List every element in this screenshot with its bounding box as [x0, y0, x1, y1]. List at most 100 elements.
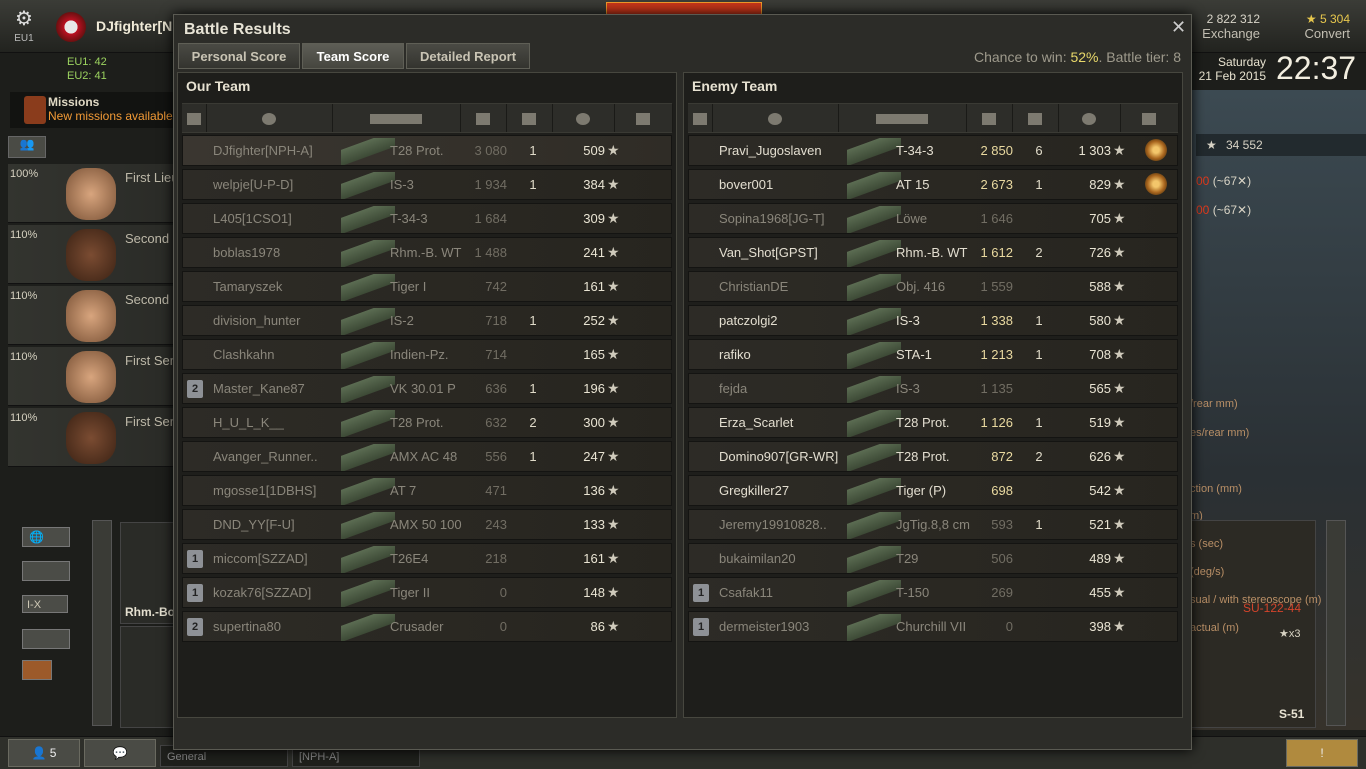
- table-row[interactable]: Erza_Scarlet T28 Prot. 1 126 1 519 ★: [688, 407, 1178, 438]
- player-name[interactable]: patczolgi2: [719, 313, 778, 328]
- table-row[interactable]: L405[1CSO1] T-34-3 1 684 309 ★: [182, 203, 672, 234]
- table-row[interactable]: DJfighter[NPH-A] T28 Prot. 3 080 1 509 ★: [182, 135, 672, 166]
- player-name[interactable]: ChristianDE: [719, 279, 788, 294]
- player-name[interactable]: L405[1CSO1]: [213, 211, 292, 226]
- tier-filter[interactable]: I-X: [22, 595, 68, 613]
- player-name[interactable]: boblas1978: [213, 245, 280, 260]
- player-name[interactable]: Erza_Scarlet: [719, 415, 793, 430]
- damage-column-header[interactable]: [966, 104, 1013, 132]
- settings-button[interactable]: ⚙ EU1: [8, 6, 40, 44]
- player-name[interactable]: Master_Kane87: [213, 381, 305, 396]
- tab-detailed-report[interactable]: Detailed Report: [406, 43, 530, 69]
- crew-member[interactable]: 110% First Sergeant: [8, 408, 175, 467]
- table-row[interactable]: Domino907[GR-WR] T28 Prot. 872 2 626 ★: [688, 441, 1178, 472]
- player-name[interactable]: bover001: [719, 177, 773, 192]
- table-row[interactable]: 2 Master_Kane87 VK 30.01 P 636 1 196 ★: [182, 373, 672, 404]
- table-row[interactable]: 1 kozak76[SZZAD] Tiger II 0 148 ★: [182, 577, 672, 608]
- player-name[interactable]: DND_YY[F-U]: [213, 517, 295, 532]
- tab-team-score[interactable]: Team Score: [302, 43, 404, 69]
- player-name[interactable]: DJfighter[NPH-A]: [213, 143, 313, 158]
- clan-emblem[interactable]: [56, 12, 86, 42]
- table-row[interactable]: ChristianDE Obj. 416 1 559 588 ★: [688, 271, 1178, 302]
- player-name[interactable]: fejda: [719, 381, 747, 396]
- player-name[interactable]: rafiko: [719, 347, 751, 362]
- damage-column-header[interactable]: [460, 104, 507, 132]
- crew-member[interactable]: 110% Second Lieutenant: [8, 225, 175, 284]
- missions-button[interactable]: Missions New missions available: [10, 92, 176, 128]
- table-row[interactable]: patczolgi2 IS-3 1 338 1 580 ★: [688, 305, 1178, 336]
- player-name[interactable]: division_hunter: [213, 313, 300, 328]
- table-row[interactable]: mgosse1[1DBHS] AT 7 471 136 ★: [182, 475, 672, 506]
- crew-member[interactable]: 110% Second Lieutenant: [8, 286, 175, 345]
- player-name[interactable]: Clashkahn: [213, 347, 274, 362]
- player-column-header[interactable]: [206, 104, 333, 132]
- vehicle-class-filter[interactable]: [22, 629, 70, 649]
- gold-display[interactable]: ★ 5 304 Convert: [1282, 12, 1350, 41]
- credits-display[interactable]: 2 822 312 Exchange: [1190, 12, 1260, 41]
- player-name[interactable]: mgosse1[1DBHS]: [213, 483, 316, 498]
- player-name[interactable]: bukaimilan20: [719, 551, 796, 566]
- table-row[interactable]: bukaimilan20 T29 506 489 ★: [688, 543, 1178, 574]
- player-name[interactable]: Avanger_Runner..: [213, 449, 318, 464]
- nation-filter[interactable]: 🌐: [22, 527, 70, 547]
- vehicle-column-header[interactable]: [332, 104, 461, 132]
- player-name[interactable]: H_U_L_K__: [213, 415, 284, 430]
- player-name[interactable]: Van_Shot[GPST]: [719, 245, 818, 260]
- table-row[interactable]: welpje[U-P-D] IS-3 1 934 1 384 ★: [182, 169, 672, 200]
- vehicle-card[interactable]: [120, 626, 178, 728]
- medals-column-header[interactable]: [614, 104, 673, 132]
- convert-link[interactable]: Convert: [1282, 26, 1350, 41]
- table-row[interactable]: 2 supertina80 Crusader 0 86 ★: [182, 611, 672, 642]
- xp-column-header[interactable]: [552, 104, 615, 132]
- table-row[interactable]: Sopina1968[JG-T] Löwe 1 646 705 ★: [688, 203, 1178, 234]
- medal-icon[interactable]: [1145, 173, 1167, 195]
- table-row[interactable]: Gregkiller27 Tiger (P) 698 542 ★: [688, 475, 1178, 506]
- player-name[interactable]: Tamaryszek: [213, 279, 282, 294]
- table-row[interactable]: H_U_L_K__ T28 Prot. 632 2 300 ★: [182, 407, 672, 438]
- friends-button[interactable]: 👤 5: [8, 739, 80, 767]
- table-row[interactable]: 1 dermeister1903 Churchill VII 0 398 ★: [688, 611, 1178, 642]
- close-icon[interactable]: ✕: [1171, 17, 1186, 38]
- vehicle-card[interactable]: Rhm.-Bo: [120, 522, 178, 624]
- player-name[interactable]: welpje[U-P-D]: [213, 177, 293, 192]
- table-row[interactable]: DND_YY[F-U] AMX 50 100 243 133 ★: [182, 509, 672, 540]
- player-name[interactable]: kozak76[SZZAD]: [213, 585, 311, 600]
- table-row[interactable]: Tamaryszek Tiger I 742 161 ★: [182, 271, 672, 302]
- medals-column-header[interactable]: [1120, 104, 1179, 132]
- player-name[interactable]: Csafak11: [719, 585, 773, 600]
- crew-member[interactable]: 100% First Lieutenant: [8, 164, 175, 223]
- chat-button[interactable]: 💬: [84, 739, 156, 767]
- vehicle-column-header[interactable]: [838, 104, 967, 132]
- platoon-column-header[interactable]: [182, 104, 207, 132]
- player-name[interactable]: Gregkiller27: [719, 483, 789, 498]
- table-row[interactable]: bover001 AT 15 2 673 1 829 ★: [688, 169, 1178, 200]
- table-row[interactable]: Clashkahn Indien-Pz. 714 165 ★: [182, 339, 672, 370]
- notifications-button[interactable]: !: [1286, 739, 1358, 767]
- platoon-column-header[interactable]: [688, 104, 713, 132]
- xp-column-header[interactable]: [1058, 104, 1121, 132]
- kills-column-header[interactable]: [506, 104, 553, 132]
- player-name[interactable]: Sopina1968[JG-T]: [719, 211, 825, 226]
- table-row[interactable]: Van_Shot[GPST] Rhm.-B. WT 1 612 2 726 ★: [688, 237, 1178, 268]
- table-row[interactable]: boblas1978 Rhm.-B. WT 1 488 241 ★: [182, 237, 672, 268]
- tab-personal-score[interactable]: Personal Score: [178, 43, 300, 69]
- table-row[interactable]: rafiko STA-1 1 213 1 708 ★: [688, 339, 1178, 370]
- crew-member[interactable]: 110% First Sergeant: [8, 347, 175, 406]
- player-name[interactable]: miccom[SZZAD]: [213, 551, 308, 566]
- type-filter[interactable]: [22, 561, 70, 581]
- player-name[interactable]: Pravi_Jugoslaven: [719, 143, 822, 158]
- table-row[interactable]: Avanger_Runner.. AMX AC 48 556 1 247 ★: [182, 441, 672, 472]
- table-row[interactable]: division_hunter IS-2 718 1 252 ★: [182, 305, 672, 336]
- crew-button[interactable]: 👥: [8, 136, 46, 158]
- player-name[interactable]: dermeister1903: [719, 619, 809, 634]
- table-row[interactable]: fejda IS-3 1 135 565 ★: [688, 373, 1178, 404]
- table-row[interactable]: 1 Csafak11 T-150 269 455 ★: [688, 577, 1178, 608]
- table-row[interactable]: Jeremy19910828.. JgTig.8,8 cm 593 1 521 ★: [688, 509, 1178, 540]
- table-row[interactable]: 1 miccom[SZZAD] T26E4 218 161 ★: [182, 543, 672, 574]
- player-name[interactable]: Jeremy19910828..: [719, 517, 827, 532]
- kills-column-header[interactable]: [1012, 104, 1059, 132]
- medal-icon[interactable]: [1145, 139, 1167, 161]
- carousel-scroll-right[interactable]: [1326, 520, 1346, 726]
- player-column-header[interactable]: [712, 104, 839, 132]
- table-row[interactable]: Pravi_Jugoslaven T-34-3 2 850 6 1 303 ★: [688, 135, 1178, 166]
